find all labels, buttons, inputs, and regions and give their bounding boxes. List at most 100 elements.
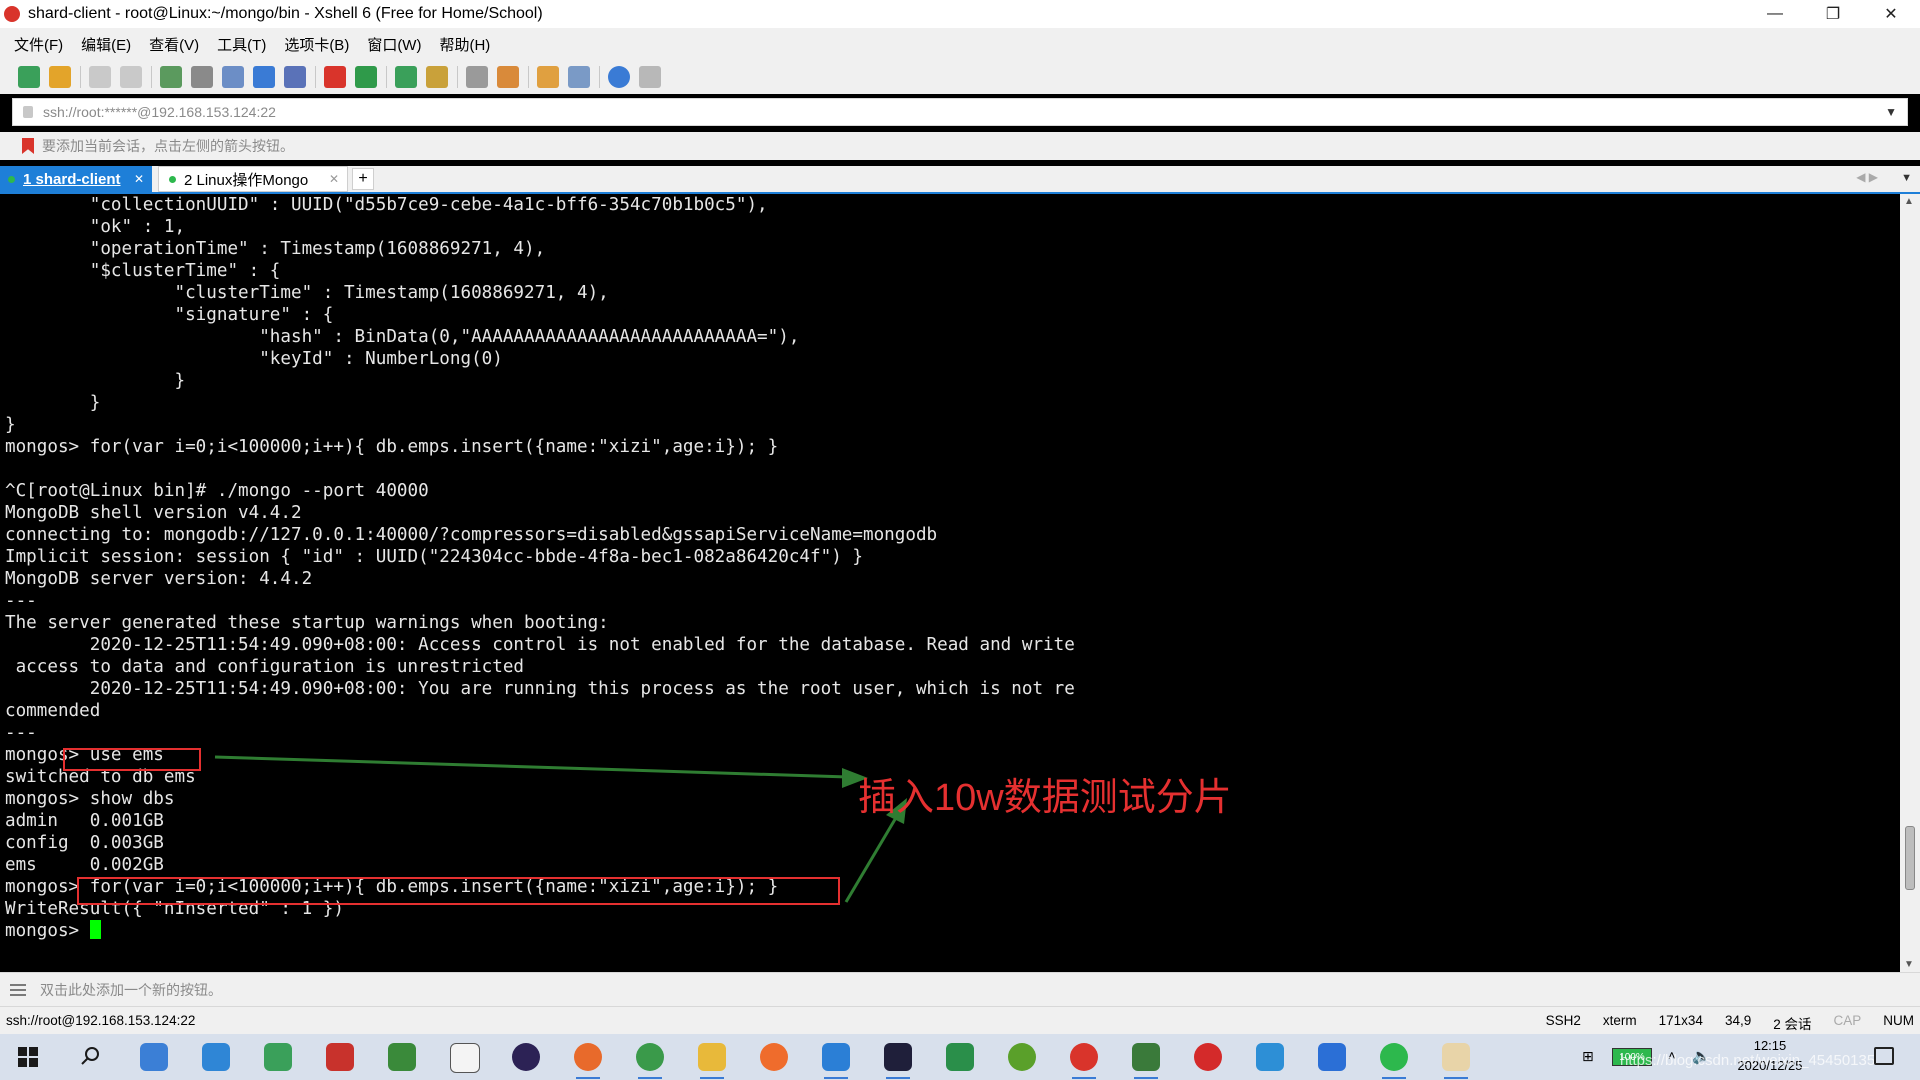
terminal-scrollbar[interactable]: ▲ ▼ <box>1900 194 1920 972</box>
menu-tabs[interactable]: 选项卡(B) <box>284 34 349 55</box>
search-icon[interactable] <box>80 1045 102 1067</box>
restore-icon[interactable]: ❐ <box>1804 0 1862 28</box>
status-sessions[interactable]: 2 会话 <box>1773 1013 1811 1033</box>
menu-edit[interactable]: 编辑(E) <box>81 34 131 55</box>
chevron-down-icon[interactable]: ▼ <box>1885 105 1897 119</box>
terminal-line: 2020-12-25T11:54:49.090+08:00: Access co… <box>5 635 1075 655</box>
menu-lines-icon[interactable] <box>10 983 26 996</box>
globe-icon[interactable] <box>253 66 275 88</box>
chat-icon[interactable] <box>639 66 661 88</box>
intellij-icon[interactable] <box>884 1043 912 1079</box>
books-icon[interactable] <box>326 1043 354 1071</box>
input-method-icon[interactable]: ⊞ <box>1582 1048 1594 1065</box>
title-bar: shard-client - root@Linux:~/mongo/bin - … <box>0 0 1920 28</box>
keyboard-icon[interactable] <box>466 66 488 88</box>
toolbar-divider <box>528 66 529 88</box>
windows-start-icon[interactable] <box>18 1047 38 1067</box>
quick-command-bar[interactable]: 双击此处添加一个新的按钮。 <box>0 972 1920 1006</box>
xftp-icon[interactable] <box>1132 1043 1160 1079</box>
status-num: NUM <box>1883 1013 1914 1028</box>
open-folder-icon[interactable] <box>49 66 71 88</box>
script-icon[interactable] <box>497 66 519 88</box>
pycharm-icon[interactable] <box>946 1043 974 1071</box>
tab-list-chevron-icon[interactable]: ▼ <box>1901 172 1912 184</box>
session-hint-text: 要添加当前会话，点击左侧的箭头按钮。 <box>42 138 294 154</box>
lock-icon[interactable] <box>426 66 448 88</box>
toolbar-divider <box>599 66 600 88</box>
terminal-prompt-line[interactable]: mongos> <box>5 920 101 942</box>
connect-icon[interactable] <box>89 66 111 88</box>
terminal-line: MongoDB shell version v4.4.2 <box>5 503 302 523</box>
toolbar <box>0 60 1920 94</box>
avatar-icon[interactable] <box>1442 1043 1470 1079</box>
wechat-icon[interactable] <box>1380 1043 1408 1079</box>
fullscreen-icon[interactable] <box>395 66 417 88</box>
scroll-down-arrow-icon[interactable]: ▼ <box>1904 959 1914 970</box>
terminal-line: "keyId" : NumberLong(0) <box>5 349 503 369</box>
tab-close-icon[interactable]: ✕ <box>329 172 339 186</box>
terminal-line: "operationTime" : Timestamp(1608869271, … <box>5 239 546 259</box>
chrome-icon[interactable] <box>636 1043 664 1079</box>
xshell-icon[interactable] <box>1070 1043 1098 1079</box>
postman-icon[interactable] <box>760 1043 788 1071</box>
tools-icon[interactable] <box>202 1043 230 1071</box>
android-studio-icon[interactable] <box>264 1043 292 1071</box>
minimize-icon[interactable]: — <box>1746 0 1804 28</box>
status-cap: CAP <box>1833 1013 1862 1028</box>
status-size: 171x34 <box>1658 1013 1703 1028</box>
explorer-icon[interactable] <box>698 1043 726 1079</box>
notification-icon[interactable] <box>1874 1047 1894 1065</box>
word-icon[interactable] <box>1318 1043 1346 1071</box>
menu-view[interactable]: 查看(V) <box>149 34 199 55</box>
tab-scroll-arrows-icon[interactable]: ◀ ▶ <box>1856 170 1878 184</box>
xftp-icon[interactable] <box>355 66 377 88</box>
font-icon[interactable] <box>284 66 306 88</box>
storage-icon[interactable] <box>1256 1043 1284 1071</box>
new-tab-icon[interactable] <box>537 66 559 88</box>
menu-file[interactable]: 文件(F) <box>14 34 63 55</box>
terminal-line: config 0.003GB <box>5 833 164 853</box>
terminal-output[interactable]: "collectionUUID" : UUID("d55b7ce9-cebe-4… <box>0 194 1900 972</box>
tab-linux-mongo[interactable]: 2 Linux操作Mongo ✕ <box>158 166 348 192</box>
address-bar[interactable]: ssh://root:******@192.168.153.124:22 ▼ <box>12 98 1908 126</box>
firefox-icon[interactable] <box>574 1043 602 1079</box>
terminal-line: The server generated these startup warni… <box>5 613 609 633</box>
new-session-icon[interactable] <box>18 66 40 88</box>
terminal-line: } <box>5 393 101 413</box>
terminal-line: "ok" : 1, <box>5 217 186 237</box>
add-tab-button[interactable]: + <box>352 168 374 190</box>
tab-shard-client[interactable]: 1 shard-client ✕ <box>0 166 152 192</box>
find-icon[interactable] <box>191 66 213 88</box>
toolbar-divider <box>151 66 152 88</box>
help-icon[interactable] <box>608 66 630 88</box>
properties-icon[interactable] <box>160 66 182 88</box>
sheets-icon[interactable] <box>388 1043 416 1071</box>
terminal-line: "collectionUUID" : UUID("d55b7ce9-cebe-4… <box>5 195 768 215</box>
terminal-line: "$clusterTime" : { <box>5 261 281 281</box>
annotation-caption: 插入10w数据测试分片 <box>858 777 1232 819</box>
typora-icon[interactable] <box>450 1043 480 1073</box>
toolbar-divider <box>315 66 316 88</box>
disconnect-icon[interactable] <box>120 66 142 88</box>
session-hint-bar: 要添加当前会话，点击左侧的箭头按钮。 <box>0 132 1920 160</box>
close-icon[interactable]: ✕ <box>1862 0 1920 28</box>
tab-bar: 1 shard-client ✕ 2 Linux操作Mongo ✕ + ◀ ▶ … <box>0 166 1920 194</box>
bookmark-icon[interactable] <box>22 138 34 154</box>
menu-help[interactable]: 帮助(H) <box>439 34 490 55</box>
xshell-icon[interactable] <box>324 66 346 88</box>
vscode-icon[interactable] <box>822 1043 850 1079</box>
quick-command-hint: 双击此处添加一个新的按钮。 <box>40 981 222 998</box>
clock-time[interactable]: 12:15 <box>1730 1038 1810 1053</box>
menu-tools[interactable]: 工具(T) <box>217 34 266 55</box>
eclipse-icon[interactable] <box>512 1043 540 1071</box>
tab-close-icon[interactable]: ✕ <box>134 172 144 186</box>
transfer-icon[interactable] <box>222 66 244 88</box>
browser-icon[interactable] <box>140 1043 168 1071</box>
scrollbar-thumb[interactable] <box>1905 826 1915 890</box>
scroll-up-arrow-icon[interactable]: ▲ <box>1904 196 1914 207</box>
menu-bar: 文件(F) 编辑(E) 查看(V) 工具(T) 选项卡(B) 窗口(W) 帮助(… <box>0 28 1920 60</box>
wechat-game-icon[interactable] <box>1008 1043 1036 1071</box>
netease-music-icon[interactable] <box>1194 1043 1222 1071</box>
menu-window[interactable]: 窗口(W) <box>367 34 421 55</box>
layout-icon[interactable] <box>568 66 590 88</box>
